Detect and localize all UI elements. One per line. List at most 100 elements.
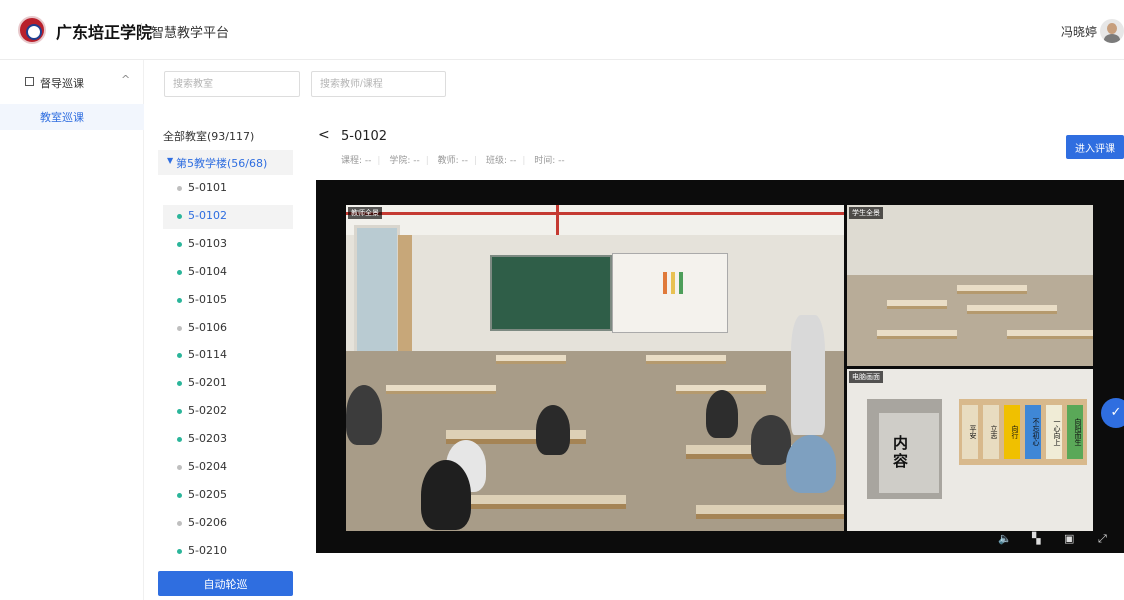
slide-card: 向阳而生 — [1067, 405, 1083, 459]
desk — [887, 300, 947, 309]
desk — [957, 285, 1027, 294]
back-arrow-icon[interactable]: < — [318, 127, 330, 143]
classroom-name: 5-0104 — [188, 264, 227, 278]
slide-card: 不忘初心 — [1025, 405, 1041, 459]
classroom-name: 5-0204 — [188, 460, 227, 473]
screenshot-icon[interactable]: ▣ — [1064, 532, 1074, 545]
assistant-float-icon[interactable]: ✓ — [1101, 398, 1124, 428]
slide-title: 内容 — [893, 434, 909, 470]
auto-patrol-button[interactable]: 自动轮巡 — [158, 571, 293, 596]
classroom-item[interactable]: 5-0104 — [163, 261, 293, 285]
all-classrooms-node[interactable]: 全部教室(93/117) — [163, 128, 254, 144]
online-status-dot — [177, 241, 182, 247]
meta-course: 课程: -- — [341, 156, 372, 166]
student — [536, 405, 570, 455]
sidebar-group-label: 督导巡课 — [40, 77, 84, 90]
classroom-name: 5-0114 — [188, 348, 227, 362]
desk — [877, 330, 957, 339]
online-status-dot — [177, 492, 182, 498]
student — [751, 415, 791, 465]
teacher-course-search-input[interactable] — [311, 71, 446, 97]
fullscreen-icon[interactable]: ⤢ — [1098, 532, 1107, 546]
classroom-name: 5-0210 — [188, 543, 227, 557]
classroom-item[interactable]: 5-0203 — [163, 428, 293, 452]
header-divider — [141, 23, 142, 38]
volume-icon[interactable]: 🔈 — [998, 532, 1012, 545]
classroom-item[interactable]: 5-0105 — [163, 289, 293, 313]
offline-status-dot — [177, 325, 182, 331]
desk — [646, 355, 726, 364]
desk — [696, 505, 844, 519]
ceiling-beam — [346, 212, 844, 215]
offline-status-dot — [177, 520, 182, 526]
classroom-item[interactable]: 5-0201 — [163, 372, 293, 396]
classroom-name: 5-0206 — [188, 515, 227, 529]
classroom-name: 5-0201 — [188, 376, 227, 390]
room-title: 5-0102 — [341, 129, 388, 144]
classroom-name: 5-0205 — [188, 487, 227, 501]
meta-time: 时间: -- — [534, 156, 565, 166]
meta-class: 班级: -- — [485, 156, 517, 166]
user-avatar[interactable] — [1100, 19, 1124, 43]
enter-evaluation-button[interactable]: 进入评课 — [1066, 135, 1124, 159]
desk — [967, 305, 1057, 314]
online-status-dot — [177, 353, 182, 359]
sidebar-group-supervision[interactable]: 督导巡课 ^ — [0, 70, 144, 100]
classroom-item[interactable]: 5-0102 — [163, 204, 293, 229]
sidebar: 督导巡课 ^ 教室巡课 — [0, 60, 144, 600]
classroom-item[interactable]: 5-0202 — [163, 400, 293, 424]
caret-down-icon: ▼ — [167, 156, 174, 165]
video-icon — [25, 77, 34, 86]
classroom-item[interactable]: 5-0103 — [163, 233, 293, 257]
desk — [1007, 330, 1093, 339]
online-status-dot — [177, 409, 182, 415]
student — [786, 435, 836, 493]
classroom-name: 5-0101 — [188, 181, 227, 194]
online-status-dot — [177, 269, 182, 275]
classroom-item[interactable]: 5-0206 — [163, 512, 293, 536]
slide-card: 一心向上 — [1046, 405, 1062, 459]
layout-icon[interactable]: ▚ — [1032, 532, 1040, 545]
platform-name: 智慧教学平台 — [151, 26, 230, 41]
ceiling-beam-vertical — [556, 205, 559, 235]
offline-status-dot — [177, 186, 182, 191]
online-status-dot — [177, 437, 182, 443]
sidebar-item-classroom-patrol[interactable]: 教室巡课 — [0, 104, 144, 130]
online-status-dot — [177, 213, 182, 219]
classroom-name: 5-0202 — [188, 404, 227, 418]
classroom-item[interactable]: 5-0114 — [163, 344, 293, 368]
school-logo — [18, 16, 46, 44]
top-header: 广东培正学院 智慧教学平台 冯晓婷 — [0, 0, 1124, 60]
online-status-dot — [177, 297, 182, 303]
room-meta: 课程: -- | 学院: -- | 教师: -- | 班级: -- | 时间: -- — [341, 156, 565, 166]
teacher-view-label: 教师全景 — [348, 207, 382, 219]
student — [706, 390, 738, 438]
classroom-item[interactable]: 5-0205 — [163, 484, 293, 508]
user-name[interactable]: 冯晓婷 — [1061, 23, 1097, 40]
classroom-search-input[interactable] — [164, 71, 300, 97]
slide-card: 立志 — [983, 405, 999, 459]
blackboard — [490, 255, 612, 331]
student — [346, 385, 382, 445]
online-status-dot — [177, 548, 182, 554]
video-player[interactable]: 教师全景 学生全景 电脑画面 内容 平安 立志 向行 不忘初心 一心向上 向阳而… — [316, 180, 1124, 553]
student-panorama-view[interactable]: 学生全景 — [847, 205, 1093, 366]
classroom-item[interactable]: 5-0210 — [163, 540, 293, 564]
meta-college: 学院: -- — [389, 156, 420, 166]
classroom-item[interactable]: 5-0106 — [163, 317, 293, 341]
school-name: 广东培正学院 — [56, 23, 153, 42]
classroom-name: 5-0103 — [188, 236, 227, 250]
online-status-dot — [177, 381, 182, 387]
classroom-item[interactable]: 5-0101 — [163, 177, 293, 201]
pc-view-label: 电脑画面 — [849, 371, 883, 383]
projector-screen — [612, 253, 728, 333]
teacher-panorama-view[interactable]: 教师全景 — [346, 205, 844, 531]
classroom-name: 5-0105 — [188, 292, 227, 306]
meta-teacher: 教师: -- — [437, 156, 469, 166]
classroom-item[interactable]: 5-0204 — [163, 456, 293, 480]
pc-screen-view[interactable]: 电脑画面 内容 平安 立志 向行 不忘初心 一心向上 向阳而生 — [847, 369, 1093, 531]
building-node[interactable]: ▼ 第5教学楼(56/68) — [158, 150, 293, 175]
offline-status-dot — [177, 465, 182, 470]
desk — [386, 385, 496, 394]
student-view-label: 学生全景 — [849, 207, 883, 219]
